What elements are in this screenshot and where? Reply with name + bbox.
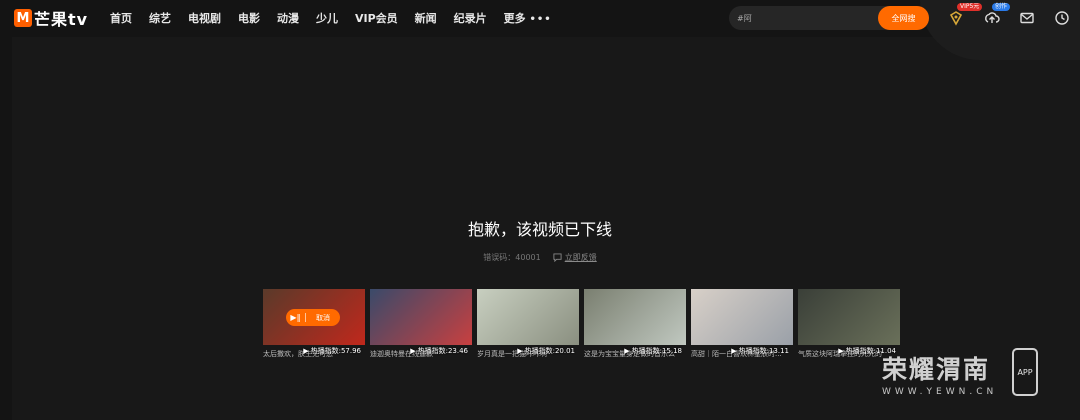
offline-message-title: 抱歉，该视频已下线: [467, 220, 612, 239]
vip-diamond-icon[interactable]: [948, 10, 964, 26]
logo-text: 芒果tv: [34, 10, 89, 29]
play-triangle-icon: ▶: [517, 347, 523, 355]
search-button[interactable]: 全网搜: [878, 6, 929, 30]
feedback-icon: [553, 253, 562, 262]
heat-index: ▶ 热播指数:15.18: [624, 346, 682, 356]
nav-item-anime[interactable]: 动漫: [277, 10, 299, 26]
play-triangle-icon: ▶: [731, 347, 737, 355]
heat-index-text: 热播指数:23.46: [417, 347, 468, 355]
heat-index: ▶ 热播指数:13.11: [731, 346, 789, 356]
mango-tv-logo[interactable]: M 芒果tv: [14, 8, 89, 29]
play-triangle-icon: ▶: [624, 347, 630, 355]
heat-index-text: 热播指数:13.11: [738, 347, 789, 355]
watermark: 荣耀渭南 WWW.YEWN.CN: [882, 350, 997, 397]
more-dots-icon: •••: [529, 14, 552, 25]
recommendation-card[interactable]: ▶ 热播指数:15.18 这是为宝宝量身定做的音乐么: [584, 289, 686, 359]
cancel-autoplay-button[interactable]: 取消: [306, 313, 340, 323]
heat-index-text: 热播指数:20.01: [524, 347, 575, 355]
recommendation-card[interactable]: ▶ 热播指数:23.46 迪迦奥特曼在线逼歉: [370, 289, 472, 359]
main-nav: 首页 综艺 电视剧 电影 动漫 少儿 VIP会员 新闻 纪录片 更多 •••: [110, 10, 569, 26]
heat-index: ▶ 热播指数:57.96: [303, 346, 361, 356]
watermark-url: WWW.YEWN.CN: [882, 387, 998, 397]
nav-item-vip[interactable]: VIP会员: [355, 10, 398, 26]
nav-item-kids[interactable]: 少儿: [316, 10, 338, 26]
video-thumbnail: [477, 289, 579, 345]
feedback-label: 立即反馈: [564, 253, 597, 262]
recommendation-card[interactable]: ▶ 热播指数:20.01 岁月真是一把猫咔咔啊: [477, 289, 579, 359]
create-badge: 创作: [992, 3, 1011, 11]
mail-icon[interactable]: [1019, 10, 1035, 26]
play-triangle-icon: ▶: [410, 347, 416, 355]
recommendation-card[interactable]: ▶ 热播指数:11.04 气质这块阿瑞拿捏的死死的: [798, 289, 900, 359]
heat-index-text: 热播指数:57.96: [310, 347, 361, 355]
search-input[interactable]: [737, 9, 877, 27]
recommendation-card[interactable]: ▶ 热播指数:13.11 高甜｜陌一白喜欢林星辰时...: [691, 289, 793, 359]
watermark-title: 荣耀渭南: [882, 355, 991, 384]
play-pause-icon[interactable]: ▶‖: [286, 313, 306, 322]
history-clock-icon[interactable]: [1054, 10, 1070, 26]
nav-item-more[interactable]: 更多 •••: [504, 10, 552, 26]
video-thumbnail: [798, 289, 900, 345]
nav-more-label: 更多: [503, 12, 526, 25]
nav-item-news[interactable]: 新闻: [415, 10, 437, 26]
heat-index: ▶ 热播指数:23.46: [410, 346, 468, 356]
upload-icon[interactable]: [984, 10, 1000, 26]
nav-item-home[interactable]: 首页: [110, 10, 132, 26]
heat-index: ▶ 热播指数:20.01: [517, 346, 575, 356]
heat-index-text: 热播指数:15.18: [631, 347, 682, 355]
nav-item-tv-series[interactable]: 电视剧: [188, 10, 221, 26]
autoplay-control[interactable]: ▶‖ 取消: [286, 309, 340, 326]
nav-item-movies[interactable]: 电影: [238, 10, 260, 26]
play-triangle-icon: ▶: [838, 347, 844, 355]
nav-item-documentary[interactable]: 纪录片: [454, 10, 487, 26]
nav-item-variety[interactable]: 综艺: [149, 10, 171, 26]
video-thumbnail: [584, 289, 686, 345]
top-header: M 芒果tv 首页 综艺 电视剧 电影 动漫 少儿 VIP会员 新闻 纪录片 更…: [0, 0, 1080, 60]
feedback-link[interactable]: 立即反馈: [553, 252, 597, 263]
watermark-phone-icon: APP: [1012, 348, 1038, 396]
play-triangle-icon: ▶: [303, 347, 309, 355]
watermark-app-label: APP: [1017, 367, 1033, 377]
error-meta: 错误码：40001 立即反馈: [0, 252, 1080, 263]
vip-badge: VIP5元: [957, 3, 983, 11]
recommendation-card[interactable]: ▶‖ 取消 ▶ 热播指数:57.96 太后撒欢，朕生无可恋: [263, 289, 365, 359]
search-box: 全网搜: [729, 6, 929, 30]
video-thumbnail: [370, 289, 472, 345]
logo-mark: M: [14, 9, 32, 27]
error-code: 错误码：40001: [483, 253, 541, 262]
video-thumbnail: [691, 289, 793, 345]
